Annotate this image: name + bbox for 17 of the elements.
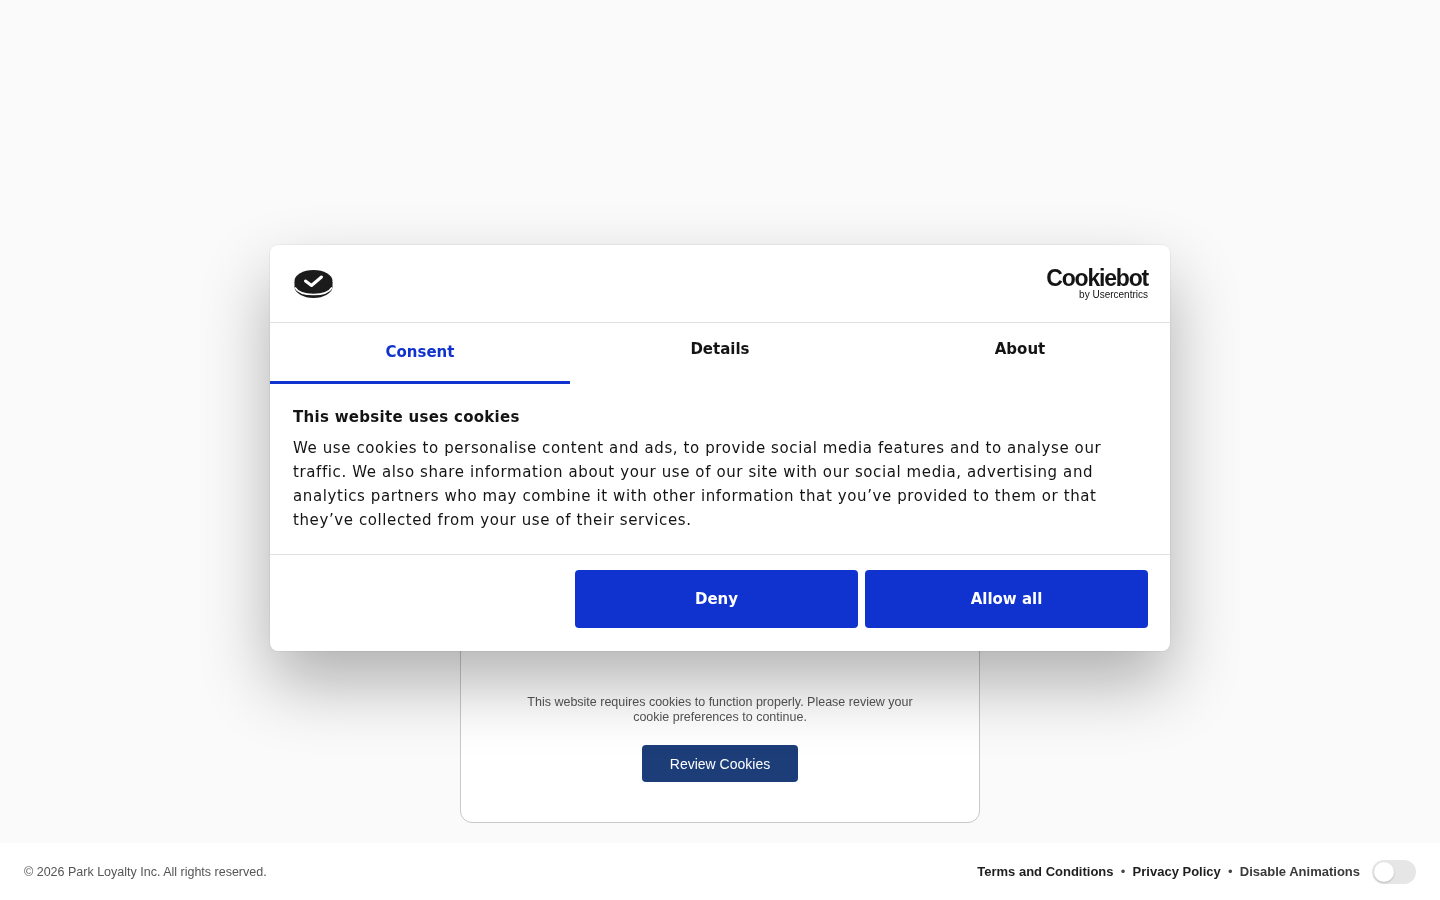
consent-button[interactable]: Allow all: [865, 570, 1148, 628]
dialog-description: We use cookies to personalise content and ads, to provide social media features and to analyse our traffic. We also share information about your use of our site with our social media, advertising and analytics partners who may combine it with other information that you’ve provided to them or that they’ve collected from your use of their services.: [293, 438, 1103, 531]
animations-toggle[interactable]: [1372, 859, 1416, 884]
footer-link[interactable]: Terms and Conditions: [977, 864, 1114, 879]
dialog-tab[interactable]: Consent: [270, 323, 570, 384]
dialog-title: This website uses cookies: [293, 408, 521, 426]
review-cookies-button[interactable]: Review Cookies: [642, 745, 798, 782]
notice-message: This website requires cookies to function properly. Please review your cookie preferences to continue.: [526, 695, 914, 725]
footer-link[interactable]: Privacy Policy: [1132, 864, 1221, 879]
consent-button[interactable]: Deny: [575, 570, 858, 628]
dialog-tab[interactable]: About: [870, 323, 1170, 384]
check-badge-icon: [293, 268, 334, 299]
separator-dot: •: [1226, 864, 1234, 879]
toggle-label: Disable Animations: [1239, 864, 1360, 879]
cookiebot-logo: Cookiebot by Usercentrics: [1046, 267, 1148, 300]
separator-dot: •: [1119, 864, 1127, 879]
copyright-text: © 2026 Park Loyalty Inc. All rights reserved.: [24, 864, 267, 879]
